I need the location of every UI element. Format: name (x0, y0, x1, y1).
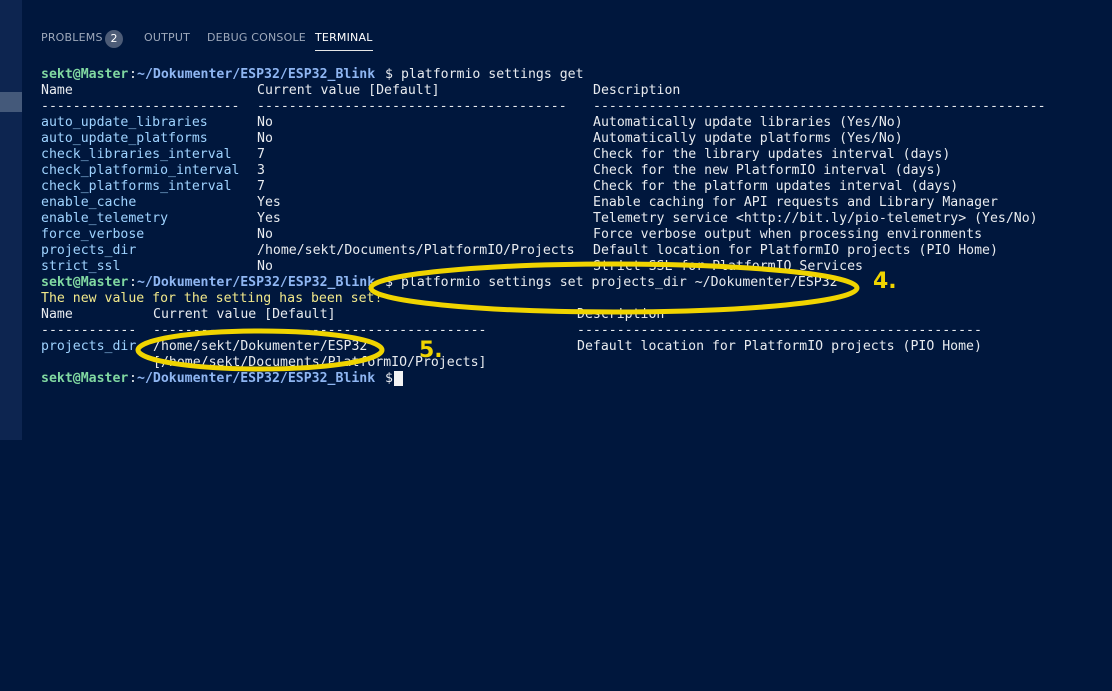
highlight-ellipse-value (135, 328, 385, 372)
annotation-overlay (135, 261, 860, 372)
annotation-step-4: 4. (873, 269, 897, 294)
annotation-step-5: 5. (419, 338, 443, 363)
highlight-ellipse-command (368, 261, 860, 315)
